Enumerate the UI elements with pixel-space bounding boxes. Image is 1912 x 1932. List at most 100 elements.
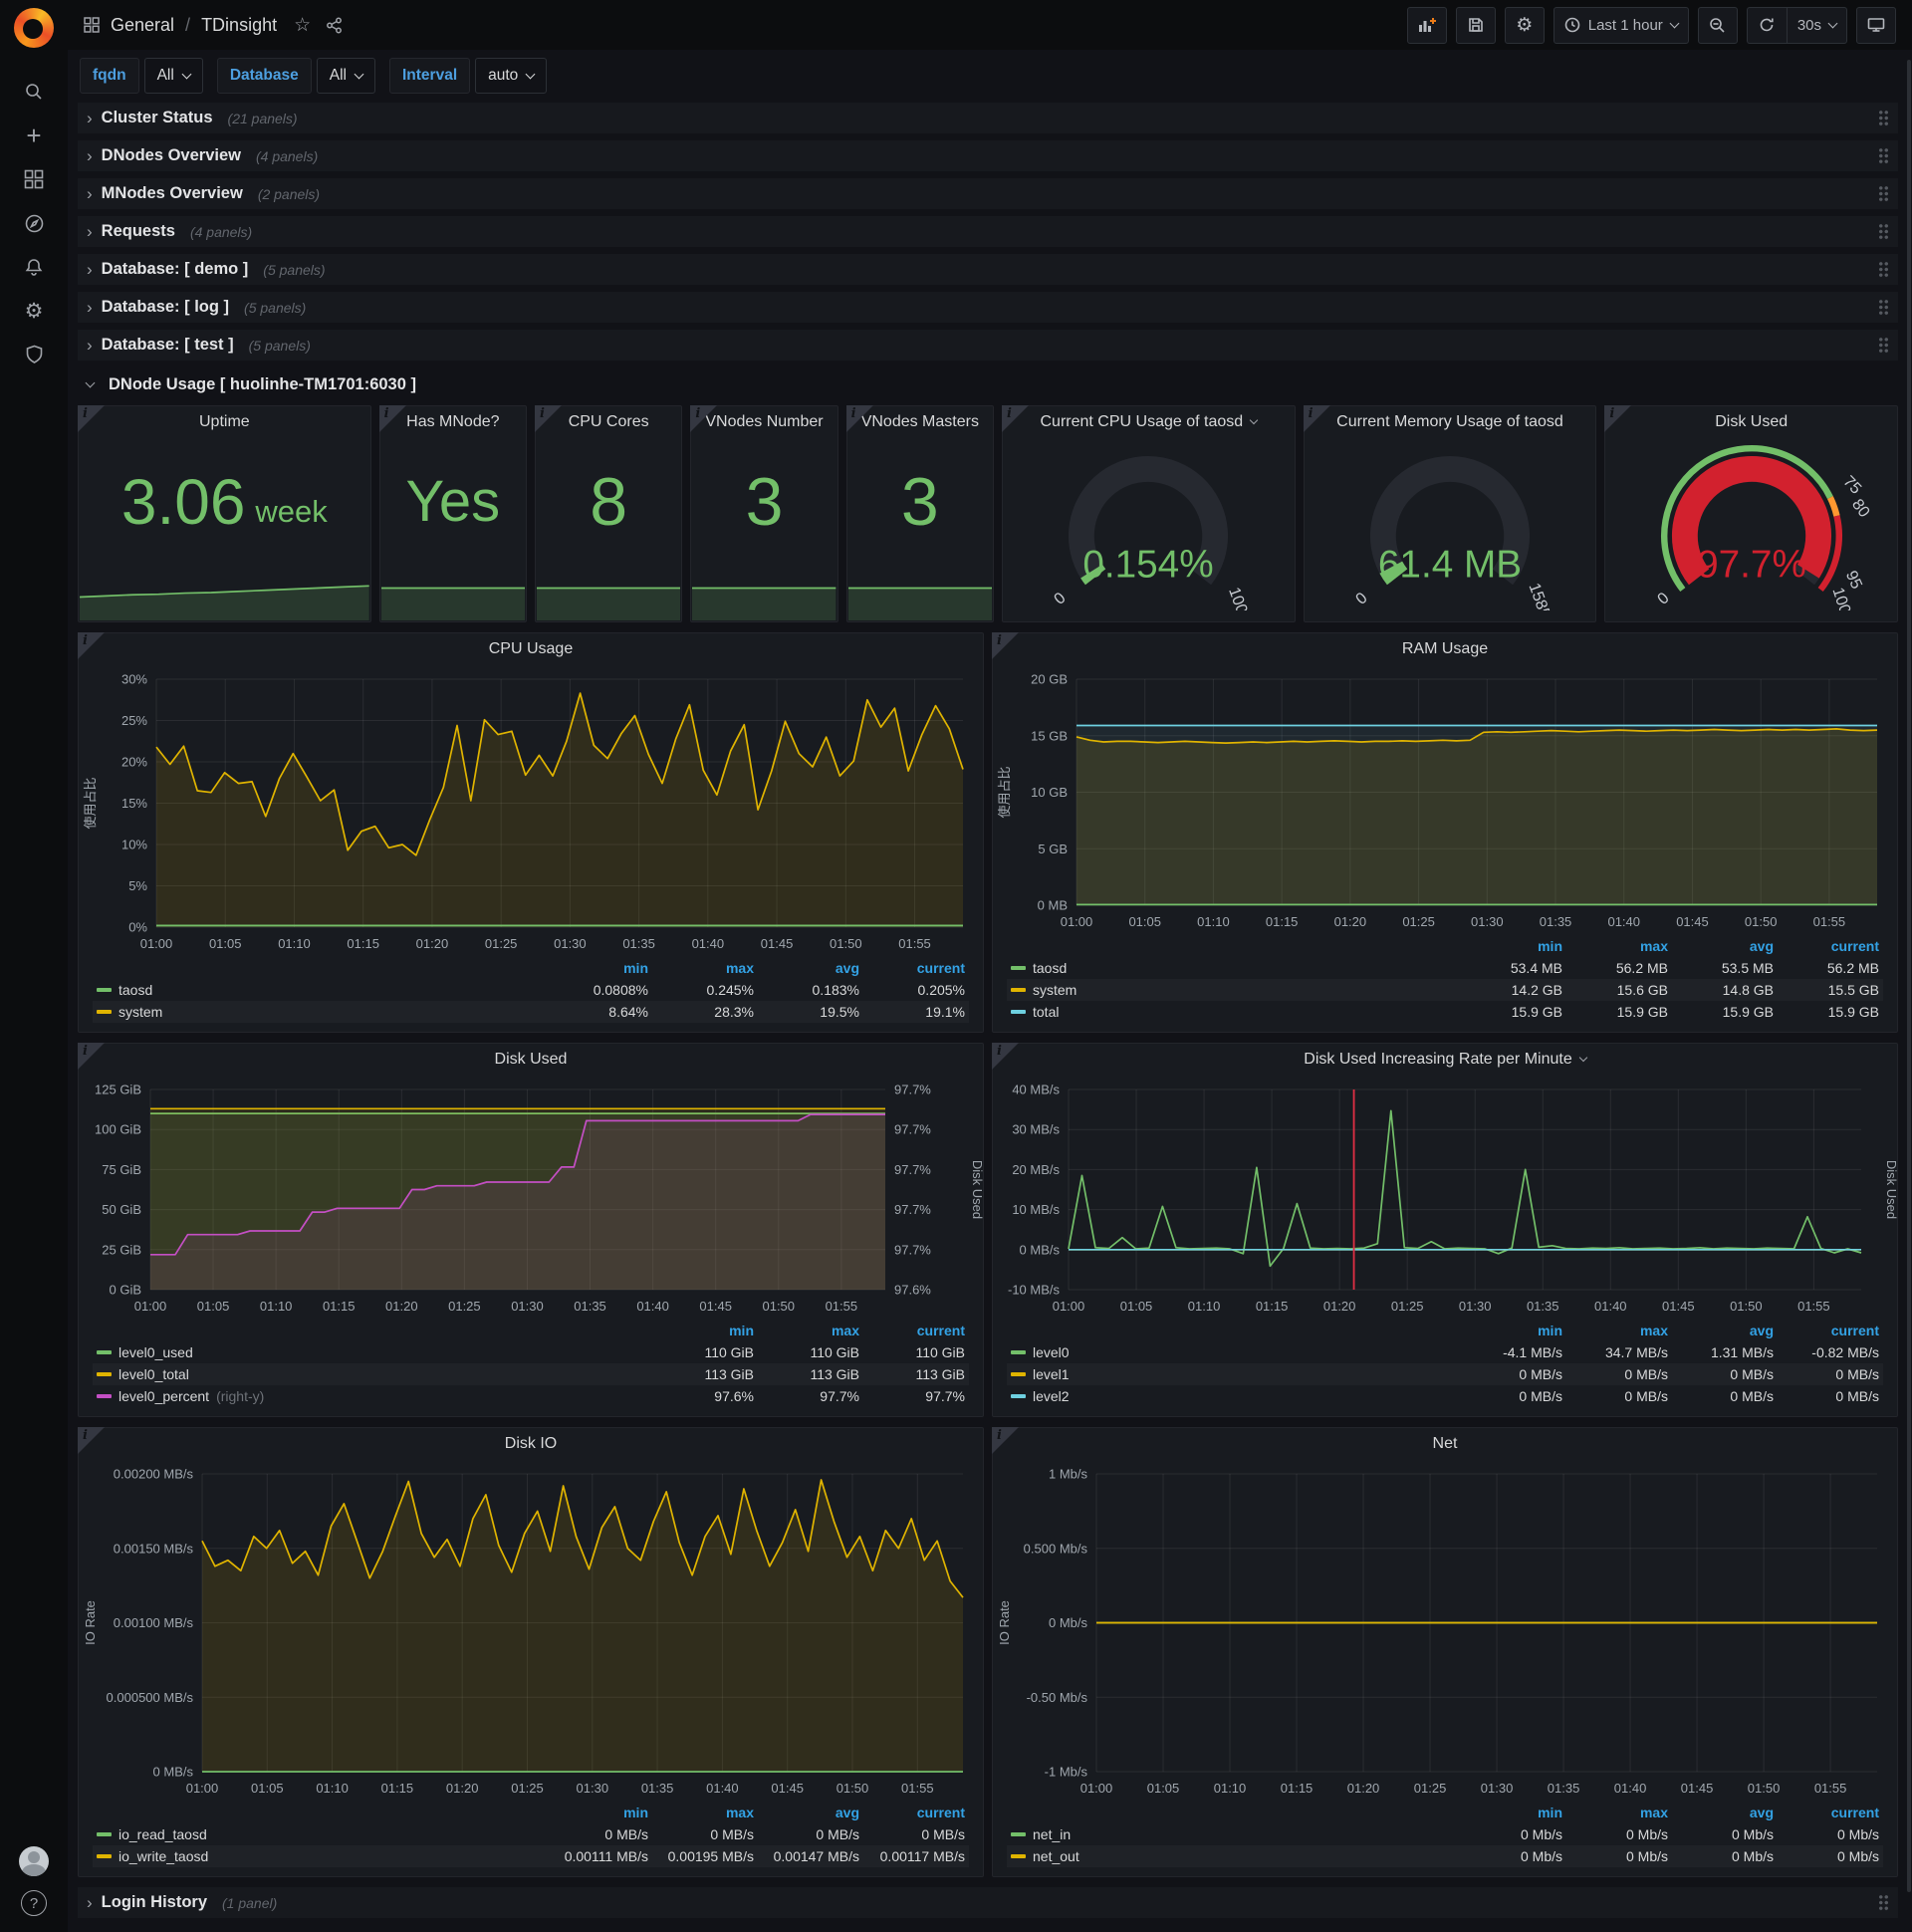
legend-column-max[interactable]: max [754,1323,859,1338]
legend-series-name[interactable]: total [1033,1004,1059,1020]
drag-handle-icon[interactable] [1878,147,1889,164]
panel-title[interactable]: Disk Used Increasing Rate per Minute [993,1044,1897,1076]
help-icon[interactable]: ? [21,1890,47,1916]
legend-column-min[interactable]: min [1457,938,1562,954]
user-avatar[interactable] [19,1846,49,1876]
legend-series-name[interactable]: level2 [1033,1388,1070,1404]
chart-canvas[interactable]: 1 Mb/s0.500 Mb/s0 Mb/s-0.50 Mb/s-1 Mb/s0… [993,1460,1897,1802]
legend-series-name[interactable]: net_out [1033,1848,1079,1864]
chart[interactable]: 1 Mb/s 0.500 Mb/s 0 Mb/s -0.50 Mb/s -1 Mb/s 0… [993,1460,1897,1876]
legend-column-current[interactable]: current [1774,938,1879,954]
legend-column-max[interactable]: max [1562,1805,1668,1820]
panel-title[interactable]: CPU Usage [79,633,983,665]
legend-column-current[interactable]: current [859,1323,965,1338]
legend-series-name[interactable]: level0_used [119,1344,193,1360]
drag-handle-icon[interactable] [1878,299,1889,316]
legend-column-min[interactable]: min [648,1323,754,1338]
refresh-button[interactable] [1746,6,1787,44]
chart-canvas[interactable]: 20 GB 15 GB 10 GB 5 GB 0 MB01:00 01:05 01:10 01… [993,665,1897,935]
alerting-bell-icon[interactable] [11,245,57,289]
variable-database-value[interactable]: All [316,58,375,94]
chart-canvas[interactable]: 0.00200 MB/s 0.00150 MB/s 0.00100 MB/s 0.00… [79,1460,983,1802]
panel-info-icon[interactable]: i [690,405,718,432]
panel-info-icon[interactable]: i [78,1043,105,1070]
row-database-log[interactable]: › Database: [ log ] (5 panels) [78,292,1898,323]
drag-handle-icon[interactable] [1878,1894,1889,1911]
chart[interactable]: 125 GiB 97.7% 100 GiB 97.7% 75 GiB 97.7% 50 Gi… [79,1076,983,1416]
chart[interactable]: 30% 25% 20% 15% 10% 5% 0% 01:00 01:05 01:10 01:15 0… [79,665,983,1032]
row-database-test[interactable]: › Database: [ test ] (5 panels) [78,330,1898,361]
star-icon[interactable]: ☆ [294,14,311,37]
configuration-gear-icon[interactable]: ⚙ [11,289,57,333]
panel-title[interactable]: Net [993,1428,1897,1460]
legend-column-max[interactable]: max [648,1805,754,1820]
legend-series-name[interactable]: level0_percent [119,1388,209,1404]
legend-series-name[interactable]: io_read_taosd [119,1826,207,1842]
search-icon[interactable] [11,70,57,114]
panel-title[interactable]: Disk IO [79,1428,983,1460]
panel-info-icon[interactable]: i [78,632,105,659]
legend-column-current[interactable]: current [859,960,965,976]
dashboards-icon[interactable] [11,157,57,201]
row-dnode-usage-expanded[interactable]: DNode Usage [ huolinhe-TM1701:6030 ] [78,367,1898,401]
legend-column-current[interactable]: current [1774,1805,1879,1820]
legend-series-name[interactable]: taosd [119,982,152,998]
panel-info-icon[interactable]: i [378,405,406,432]
cycle-view-mode-button[interactable] [1856,6,1896,44]
panel-title[interactable]: Current Memory Usage of taosd [1305,406,1596,438]
legend-column-min[interactable]: min [1457,1805,1562,1820]
grafana-logo-icon[interactable] [14,8,54,48]
share-icon[interactable] [326,17,343,34]
panel-info-icon[interactable]: i [992,632,1019,659]
server-admin-shield-icon[interactable] [11,333,57,376]
row-cluster-status[interactable]: › Cluster Status (21 panels) [78,103,1898,133]
legend-column-avg[interactable]: avg [1668,938,1774,954]
panel-info-icon[interactable]: i [78,405,105,432]
time-range-picker[interactable]: Last 1 hour [1553,6,1689,44]
legend-column-min[interactable]: min [543,960,648,976]
legend-series-name[interactable]: level1 [1033,1366,1070,1382]
create-plus-icon[interactable]: + [11,114,57,157]
panel-info-icon[interactable]: i [992,1427,1019,1454]
save-dashboard-button[interactable] [1455,6,1496,44]
panel-info-icon[interactable]: i [845,405,873,432]
panel-info-icon[interactable]: i [1001,405,1029,432]
panel-title[interactable]: Disk Used [79,1044,983,1076]
chart[interactable]: 40 MB/s 30 MB/s 20 MB/s 10 MB/s 0 MB/s -10 MB… [993,1076,1897,1416]
variable-interval-value[interactable]: auto [475,58,548,94]
zoom-out-time-button[interactable] [1697,6,1738,44]
legend-series-name[interactable]: level0 [1033,1344,1070,1360]
legend-series-name[interactable]: system [119,1004,162,1020]
chart-canvas[interactable]: 125 GiB 97.7% 100 GiB 97.7% 75 GiB 97.7% 50 Gi… [79,1076,983,1320]
panel-info-icon[interactable]: i [992,1043,1019,1070]
legend-series-name[interactable]: net_in [1033,1826,1071,1842]
panel-info-icon[interactable]: i [1604,405,1632,432]
panel-info-icon[interactable]: i [1303,405,1330,432]
row-database-demo[interactable]: › Database: [ demo ] (5 panels) [78,254,1898,285]
breadcrumb-section[interactable]: General [111,15,174,36]
legend-column-max[interactable]: max [1562,938,1668,954]
panel-title[interactable]: Current CPU Usage of taosd [1003,406,1295,438]
chart-canvas[interactable]: 30% 25% 20% 15% 10% 5% 0%01:00 01:05 01:10 01:15 0… [79,665,983,957]
legend-column-avg[interactable]: avg [1668,1323,1774,1338]
drag-handle-icon[interactable] [1878,110,1889,126]
legend-series-name[interactable]: io_write_taosd [119,1848,208,1864]
panel-info-icon[interactable]: i [535,405,562,432]
explore-compass-icon[interactable] [11,201,57,245]
legend-column-min[interactable]: min [1457,1323,1562,1338]
drag-handle-icon[interactable] [1878,185,1889,202]
panel-title[interactable]: Disk Used [1605,406,1897,438]
legend-column-max[interactable]: max [1562,1323,1668,1338]
legend-series-name[interactable]: level0_total [119,1366,189,1382]
variable-fqdn-value[interactable]: All [143,58,203,94]
legend-column-avg[interactable]: avg [754,960,859,976]
add-panel-button[interactable] [1406,6,1447,44]
legend-column-max[interactable]: max [648,960,754,976]
drag-handle-icon[interactable] [1878,223,1889,240]
legend-column-current[interactable]: current [1774,1323,1879,1338]
refresh-interval-dropdown[interactable]: 30s [1786,6,1847,44]
row-dnodes-overview[interactable]: › DNodes Overview (4 panels) [78,140,1898,171]
panel-title[interactable]: Uptime [79,406,370,438]
row-requests[interactable]: › Requests (4 panels) [78,216,1898,247]
drag-handle-icon[interactable] [1878,261,1889,278]
